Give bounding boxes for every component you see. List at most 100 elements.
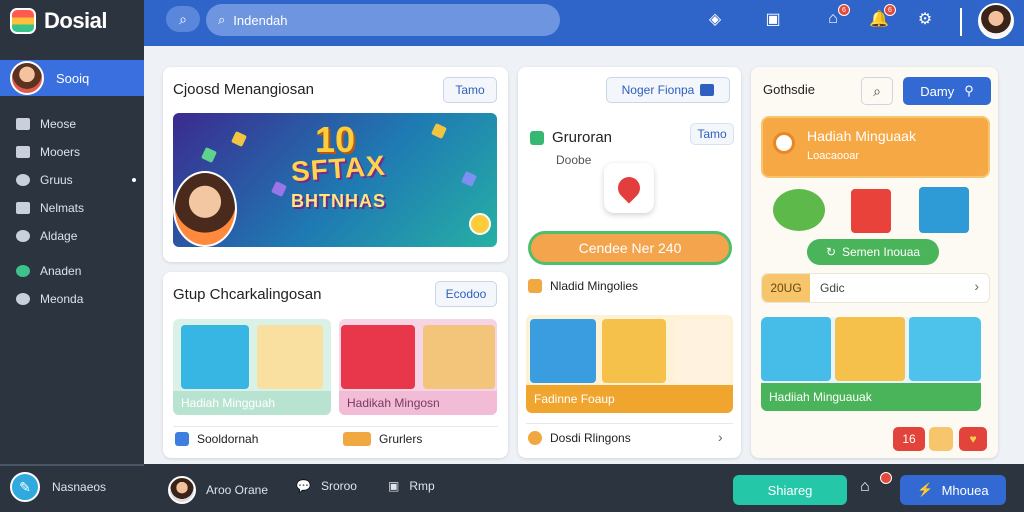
footer-link[interactable]: Grurlers [343, 432, 422, 446]
clock-icon [773, 132, 795, 154]
profile-name: Sooiq [56, 70, 90, 86]
footer-label: Dosdi Rlingons [550, 431, 631, 445]
gear-icon[interactable]: ⚙ [914, 8, 936, 30]
chat-label: Sroroo [320, 479, 357, 493]
claim-button[interactable]: ↻ Semen Inouaa [807, 239, 939, 265]
shield-icon[interactable]: ◈ [704, 8, 726, 30]
star-icon [528, 279, 542, 293]
action-button[interactable]: ⚡ Mhouea [900, 475, 1006, 505]
help-link[interactable]: ▣ Rmp [388, 479, 435, 493]
indicator-dot [132, 178, 136, 182]
app-logo[interactable]: Dosial [10, 8, 108, 34]
cta-button[interactable]: Cendee Ner 240 [528, 231, 732, 265]
hero-banner[interactable]: 10 SFTAX BHTNHAS [173, 113, 497, 247]
banner-caption: Hadiiah Minguauak [761, 383, 981, 411]
noger-fionpa-button[interactable]: Noger Fionpa [606, 77, 730, 103]
reward-tile[interactable]: Hadikah Mingosn [339, 319, 497, 415]
share-button[interactable]: Shiareg [733, 475, 847, 505]
sidebar-item-label: Mooers [40, 145, 81, 159]
character-icon [761, 317, 831, 381]
sidebar-nav: Meose Mooers Gruus Nelmats Aldage Anaden… [0, 110, 144, 313]
count-badge: 16 [893, 427, 925, 451]
heart-icon[interactable]: ♥ [959, 427, 987, 451]
sidebar-item-5[interactable]: Aldage [0, 222, 144, 250]
settings-icon [16, 174, 30, 186]
divider [173, 426, 498, 427]
reward-tile[interactable]: Hadiah Mingguah [173, 319, 331, 415]
sidebar-item-label: Nelmats [40, 201, 85, 215]
feather-icon[interactable]: ✎ [10, 472, 40, 502]
bell-icon[interactable]: 🔔 6 [868, 4, 896, 30]
coin-icon [257, 325, 323, 389]
mission-card: Noger Fionpa Gruroran Doobe Tamo Cendee … [518, 67, 741, 458]
weekly-title: Hadiah Minguaak [807, 128, 916, 144]
tile-caption: Hadiah Mingguah [173, 391, 331, 415]
sidebar-item-4[interactable]: Nelmats [0, 194, 144, 222]
sidebar-item-label: Meonda [40, 292, 84, 306]
footer-link[interactable]: Dosdi Rlingons [528, 431, 631, 445]
sidebar-item-7[interactable]: Meonda [0, 285, 144, 313]
search-input[interactable]: ⌕ Indendah [206, 4, 560, 36]
search-icon: ⌕ [218, 12, 226, 27]
reward-banner[interactable]: Fadinne Foaup [526, 315, 733, 413]
heading-text: Gruroran [552, 129, 613, 146]
avatar [10, 61, 44, 95]
damy-button[interactable]: Damy ⚲ [903, 77, 991, 105]
divider [526, 423, 733, 424]
sidebar-item-6[interactable]: Anaden [0, 257, 144, 285]
button-label: Mhouea [941, 482, 989, 498]
decor-shape [431, 123, 447, 139]
tamo-button[interactable]: Tamo [443, 77, 497, 103]
user-link[interactable]: Aroo Orane [168, 476, 268, 504]
notification-badge: 6 [884, 4, 896, 16]
sidebar-item-3[interactable]: Gruus [0, 166, 144, 194]
help-icon: ▣ [388, 479, 400, 493]
monitor-icon [16, 118, 30, 130]
weekly-subtitle: Loacaooar [807, 150, 859, 162]
coin-icon[interactable] [929, 427, 953, 451]
search-icon[interactable]: ⌕ [861, 77, 893, 105]
home-icon[interactable]: ⌂ 6 [822, 4, 850, 30]
chat-link[interactable]: 💬 Sroroo [296, 479, 357, 493]
section-heading: Gruroran [530, 129, 612, 146]
sidebar-bottom[interactable]: ✎ Nasnaeos [10, 472, 106, 502]
tag-button[interactable]: Tamo [690, 123, 734, 145]
search-icon[interactable]: ⌕ [166, 6, 200, 32]
gear-icon [16, 230, 30, 242]
pin-shape [613, 172, 645, 204]
sidebar-item-2[interactable]: Mooers [0, 138, 144, 166]
chevron-right-icon[interactable]: › [718, 429, 723, 445]
app-title: Dosial [44, 8, 108, 33]
notification-badge: 6 [838, 4, 850, 16]
money-icon [773, 189, 825, 231]
chat-icon: 💬 [296, 479, 311, 493]
sidebar-item-label: Meose [40, 117, 77, 131]
progress-row[interactable]: 20UG Gdic › [761, 273, 990, 303]
decor-shape [461, 171, 477, 187]
chat-icon [16, 293, 30, 305]
sidebar-item-label: Gruus [40, 173, 73, 187]
search-placeholder: Indendah [233, 12, 288, 28]
ecodoo-button[interactable]: Ecodoo [435, 281, 497, 307]
subtitle: Doobe [556, 153, 592, 167]
card-title: Cjoosd Menangiosan [173, 81, 314, 98]
sidebar-profile[interactable]: Sooiq [0, 60, 144, 96]
weekly-banner[interactable]: Hadiiah Minguauak [761, 317, 981, 411]
map-pin-icon[interactable] [604, 163, 654, 213]
sidebar-item-label: Anaden [40, 264, 82, 278]
home-icon[interactable]: ⌂ [860, 472, 892, 502]
coin-icon [528, 431, 542, 445]
footer-link[interactable]: Sooldornah [175, 432, 258, 446]
app-root: Dosial Sooiq Meose Mooers Gruus Nelmats … [0, 0, 1024, 512]
avatar[interactable] [978, 3, 1014, 39]
gold-icon [835, 317, 905, 381]
horn-icon [181, 325, 249, 389]
checkbox-icon [175, 432, 189, 446]
decor-shape [201, 147, 217, 163]
user-icon: ⚲ [964, 83, 974, 98]
sidebar-item-1[interactable]: Meose [0, 110, 144, 138]
banner-caption: Fadinne Foaup [526, 385, 733, 413]
grid-icon [16, 146, 30, 158]
weekly-reward-banner[interactable]: Hadiah Minguaak Loacaooar [761, 116, 990, 178]
box-icon[interactable]: ▣ [762, 8, 784, 30]
